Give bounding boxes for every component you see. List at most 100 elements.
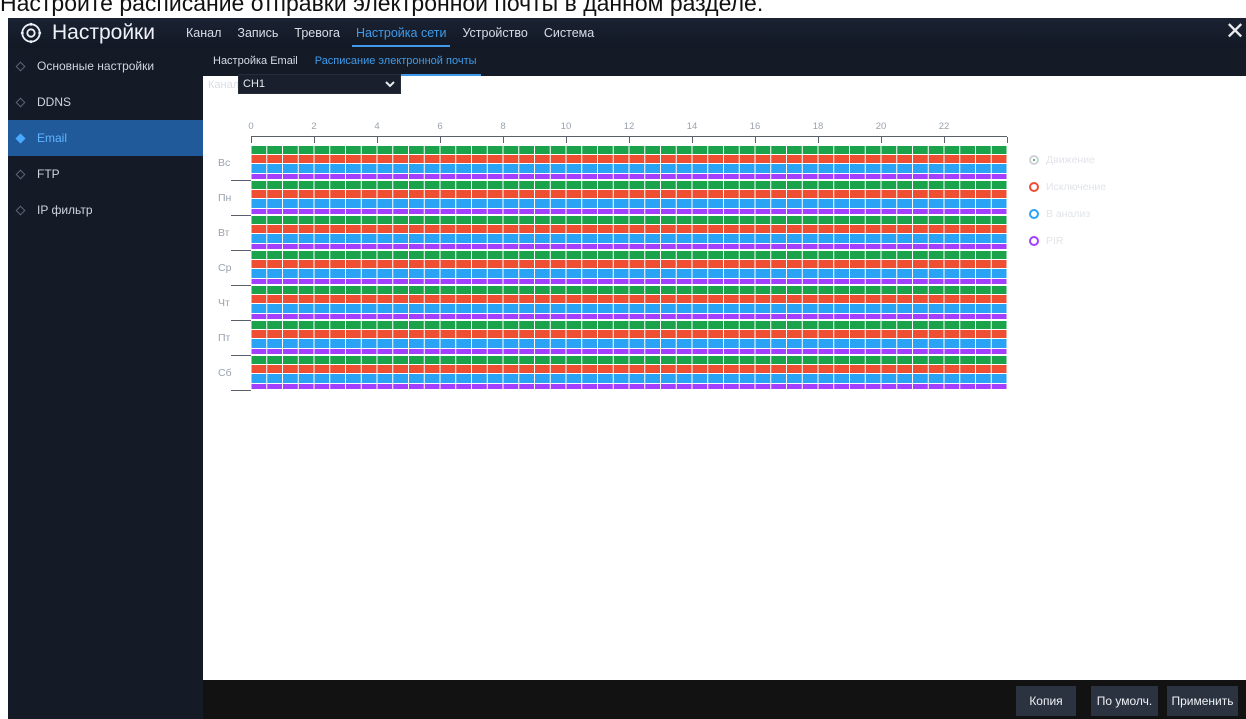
schedule-cell[interactable] — [377, 304, 393, 313]
legend-item-3[interactable]: PIR — [1029, 235, 1064, 247]
schedule-cell[interactable] — [298, 251, 314, 259]
schedule-cell[interactable] — [850, 286, 865, 294]
schedule-cell[interactable] — [818, 209, 834, 214]
schedule-cell[interactable] — [535, 286, 550, 294]
schedule-cell[interactable] — [913, 384, 928, 389]
schedule-cell[interactable] — [771, 286, 786, 294]
schedule-cell[interactable] — [361, 164, 377, 173]
schedule-cell[interactable] — [456, 349, 471, 354]
schedule-cell[interactable] — [661, 174, 676, 179]
schedule-cell[interactable] — [802, 349, 818, 354]
schedule-cell[interactable] — [928, 174, 944, 179]
schedule-cell[interactable] — [708, 374, 723, 383]
schedule-cell[interactable] — [613, 260, 629, 268]
schedule-cell[interactable] — [850, 260, 865, 268]
schedule-cell[interactable] — [865, 234, 881, 243]
schedule-cell[interactable] — [535, 260, 550, 268]
schedule-cell[interactable] — [944, 155, 960, 163]
schedule-cell[interactable] — [818, 321, 834, 329]
schedule-cell[interactable] — [550, 374, 566, 383]
schedule-cell[interactable] — [991, 269, 1007, 278]
schedule-cell[interactable] — [802, 164, 818, 173]
schedule-cell[interactable] — [582, 234, 597, 243]
schedule-cell[interactable] — [976, 339, 991, 348]
schedule-cell[interactable] — [393, 269, 408, 278]
schedule-cell[interactable] — [739, 314, 755, 319]
schedule-cell[interactable] — [629, 330, 645, 338]
schedule-cell[interactable] — [818, 304, 834, 313]
schedule-cell[interactable] — [267, 146, 282, 154]
schedule-cell[interactable] — [708, 244, 723, 249]
schedule-cell[interactable] — [865, 339, 881, 348]
schedule-cell[interactable] — [566, 181, 582, 189]
schedule-cell[interactable] — [897, 356, 912, 364]
schedule-cell[interactable] — [692, 279, 708, 284]
schedule-cell[interactable] — [976, 251, 991, 259]
schedule-cell[interactable] — [251, 181, 267, 189]
schedule-cell[interactable] — [771, 146, 786, 154]
schedule-cell[interactable] — [424, 216, 440, 224]
schedule-cell[interactable] — [834, 279, 849, 284]
schedule-cell[interactable] — [834, 146, 849, 154]
schedule-cell[interactable] — [424, 155, 440, 163]
schedule-cell[interactable] — [519, 314, 534, 319]
schedule-cell[interactable] — [724, 199, 739, 208]
schedule-cell[interactable] — [724, 269, 739, 278]
schedule-cell[interactable] — [802, 356, 818, 364]
schedule-cell[interactable] — [629, 174, 645, 179]
schedule-cell[interactable] — [361, 279, 377, 284]
schedule-cell[interactable] — [314, 269, 330, 278]
schedule-cell[interactable] — [692, 181, 708, 189]
schedule-cell[interactable] — [944, 330, 960, 338]
schedule-cell[interactable] — [692, 164, 708, 173]
schedule-cell[interactable] — [850, 225, 865, 233]
schedule-cell[interactable] — [330, 279, 345, 284]
schedule-cell[interactable] — [503, 286, 519, 294]
schedule-cell[interactable] — [267, 164, 282, 173]
schedule-cell[interactable] — [267, 209, 282, 214]
schedule-cell[interactable] — [645, 251, 660, 259]
schedule-cell[interactable] — [424, 181, 440, 189]
schedule-cell[interactable] — [724, 314, 739, 319]
schedule-cell[interactable] — [409, 155, 424, 163]
schedule-cell[interactable] — [661, 356, 676, 364]
schedule-cell[interactable] — [865, 286, 881, 294]
schedule-cell[interactable] — [818, 330, 834, 338]
channel-select[interactable]: CH1 — [238, 74, 401, 94]
schedule-cell[interactable] — [976, 190, 991, 198]
schedule-cell[interactable] — [283, 174, 298, 179]
schedule-cell[interactable] — [724, 216, 739, 224]
schedule-cell[interactable] — [661, 146, 676, 154]
schedule-cell[interactable] — [519, 225, 534, 233]
schedule-cell[interactable] — [456, 251, 471, 259]
schedule-cell[interactable] — [377, 181, 393, 189]
schedule-cell[interactable] — [440, 314, 456, 319]
schedule-cell[interactable] — [787, 181, 802, 189]
schedule-cell[interactable] — [613, 234, 629, 243]
schedule-cell[interactable] — [503, 209, 519, 214]
schedule-cell[interactable] — [645, 330, 660, 338]
schedule-cell[interactable] — [818, 279, 834, 284]
schedule-cell[interactable] — [566, 155, 582, 163]
schedule-cell[interactable] — [928, 164, 944, 173]
schedule-cell[interactable] — [535, 146, 550, 154]
schedule-cell[interactable] — [802, 155, 818, 163]
schedule-cell[interactable] — [361, 181, 377, 189]
schedule-cell[interactable] — [409, 279, 424, 284]
schedule-cell[interactable] — [661, 314, 676, 319]
schedule-cell[interactable] — [613, 164, 629, 173]
schedule-cell[interactable] — [393, 356, 408, 364]
schedule-cell[interactable] — [865, 384, 881, 389]
schedule-cell[interactable] — [598, 260, 613, 268]
schedule-cell[interactable] — [283, 279, 298, 284]
schedule-cell[interactable] — [298, 374, 314, 383]
schedule-cell[interactable] — [692, 321, 708, 329]
schedule-cell[interactable] — [739, 356, 755, 364]
schedule-cell[interactable] — [676, 146, 692, 154]
schedule-cell[interactable] — [440, 321, 456, 329]
tab-4[interactable]: Устройство — [454, 18, 535, 48]
schedule-cell[interactable] — [897, 251, 912, 259]
schedule-cell[interactable] — [739, 199, 755, 208]
schedule-cell[interactable] — [598, 164, 613, 173]
schedule-cell[interactable] — [834, 260, 849, 268]
